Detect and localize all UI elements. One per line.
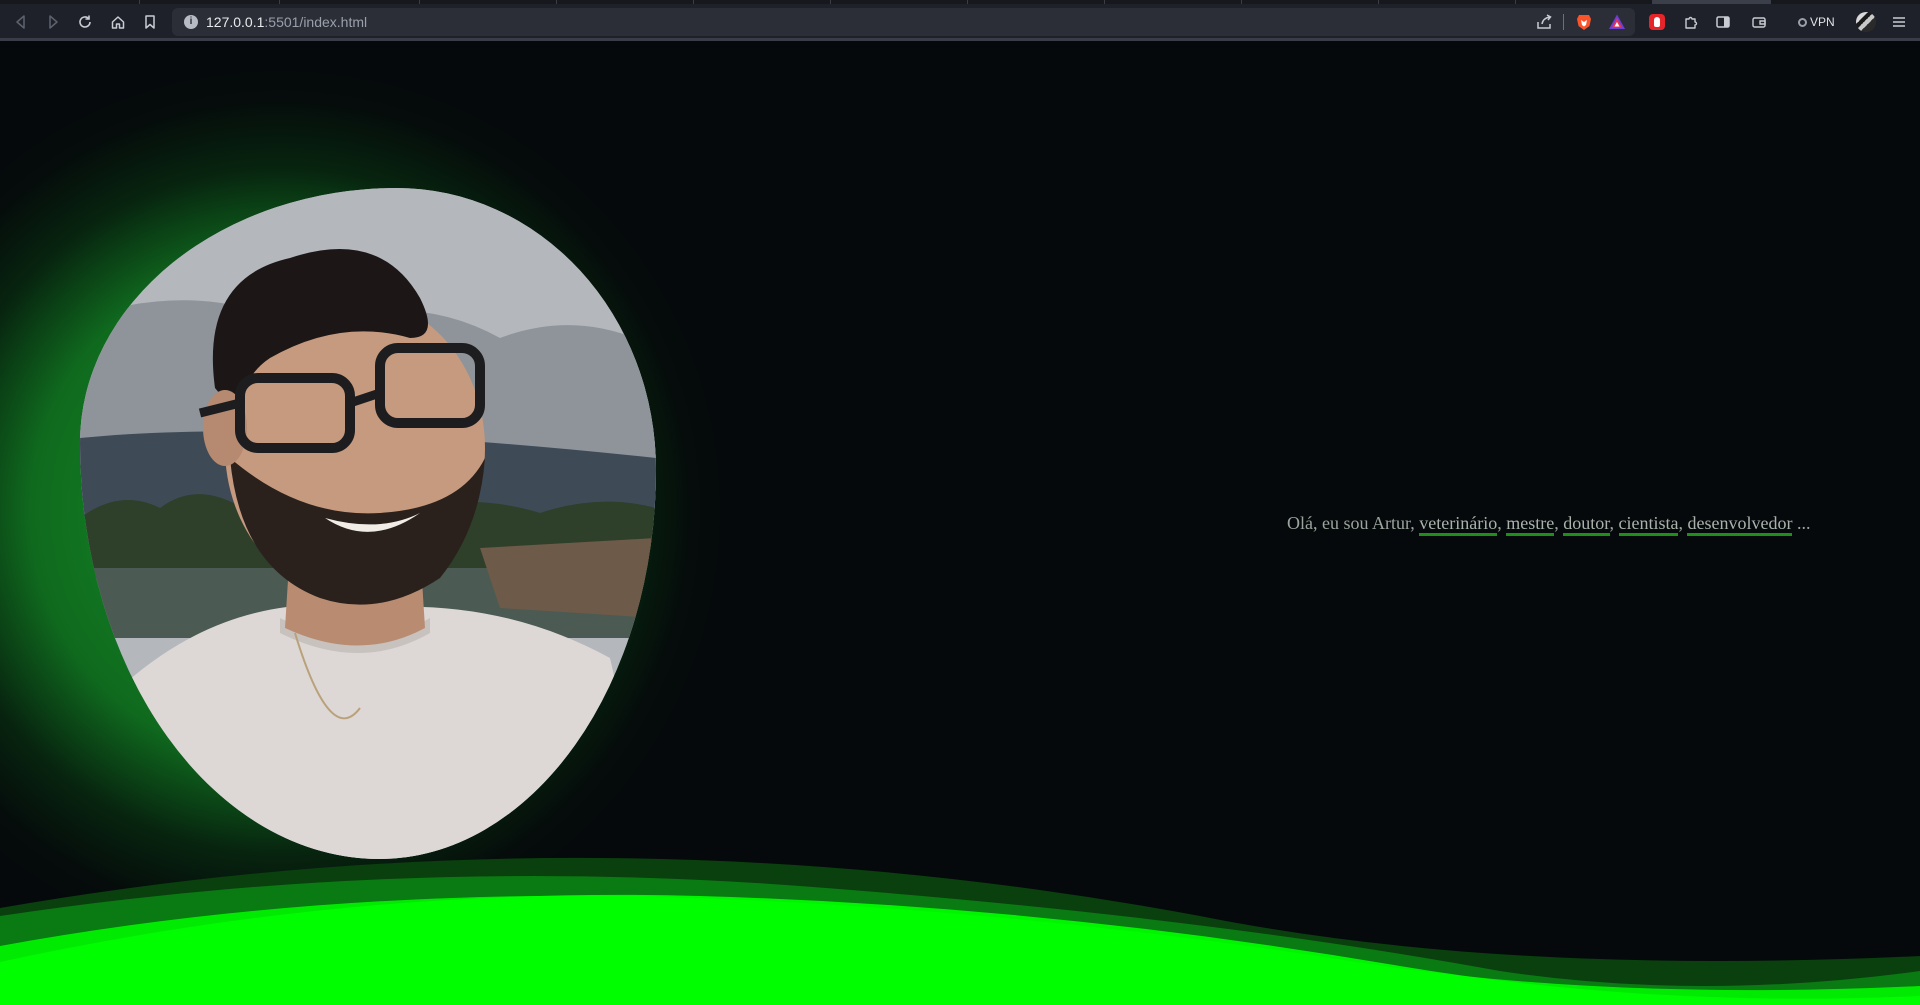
page-content: Olá, eu sou Artur, veterinário, mestre, …: [0, 41, 1920, 1005]
reload-icon[interactable]: [73, 10, 97, 34]
red-extension-icon[interactable]: [1649, 14, 1665, 30]
intro-trailing: ...: [1792, 513, 1811, 533]
url-text[interactable]: 127.0.0.1:5501/index.html: [206, 14, 367, 30]
url-host: 127.0.0.1: [206, 14, 265, 30]
brave-rewards-icon[interactable]: [1608, 13, 1626, 31]
role-separator: ,: [1554, 513, 1564, 533]
profile-avatar[interactable]: [1856, 12, 1876, 32]
role-cientista[interactable]: cientista: [1618, 513, 1679, 536]
sidebar-icon[interactable]: [1711, 10, 1735, 34]
intro-greeting: Olá, eu sou Artur,: [1287, 513, 1420, 533]
browser-toolbar: i 127.0.0.1:5501/index.html VPN: [0, 4, 1920, 40]
green-waves: [0, 857, 1920, 1005]
hamburger-menu-icon[interactable]: [1887, 10, 1911, 34]
home-icon[interactable]: [106, 10, 130, 34]
bookmark-icon[interactable]: [138, 10, 162, 34]
vpn-label: VPN: [1810, 15, 1835, 29]
url-separator: [1563, 14, 1564, 30]
puzzle-icon[interactable]: [1679, 10, 1703, 34]
share-icon[interactable]: [1535, 13, 1553, 31]
browser-chrome: i 127.0.0.1:5501/index.html VPN: [0, 0, 1920, 41]
role-desenvolvedor[interactable]: desenvolvedor: [1687, 513, 1793, 536]
role-mestre[interactable]: mestre: [1506, 513, 1555, 536]
role-veterinario[interactable]: veterinário: [1419, 513, 1498, 536]
site-info-icon[interactable]: i: [184, 15, 198, 29]
address-bar[interactable]: i 127.0.0.1:5501/index.html: [172, 8, 1635, 36]
back-arrow-icon[interactable]: [9, 10, 33, 34]
role-separator: ,: [1609, 513, 1619, 533]
role-doutor[interactable]: doutor: [1563, 513, 1610, 536]
vpn-status-icon: [1798, 18, 1807, 27]
vpn-button[interactable]: VPN: [1790, 12, 1838, 32]
forward-arrow-icon[interactable]: [41, 10, 65, 34]
intro-text: Olá, eu sou Artur, veterinário, mestre, …: [1287, 513, 1811, 536]
brave-lion-icon[interactable]: [1575, 13, 1593, 31]
url-path: :5501/index.html: [264, 14, 368, 30]
wallet-icon[interactable]: [1747, 10, 1771, 34]
role-separator: ,: [1497, 513, 1507, 533]
